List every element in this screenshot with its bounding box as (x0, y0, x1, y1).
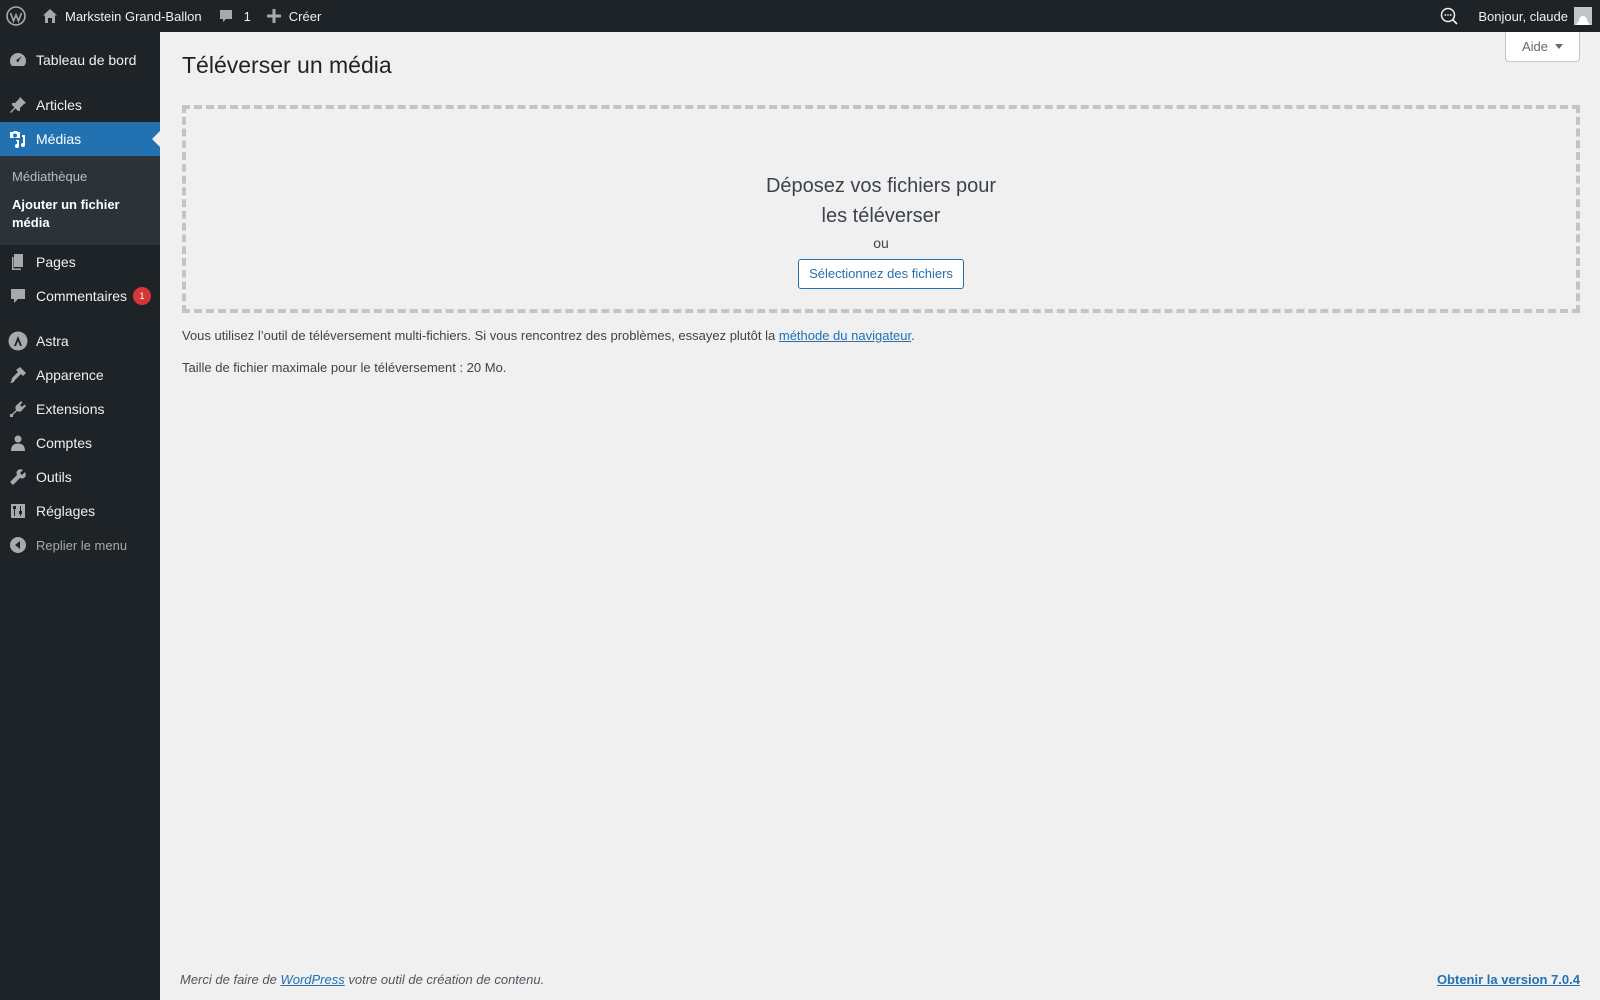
search-chat-icon (1440, 7, 1458, 25)
greeting: Bonjour, claude (1478, 8, 1568, 24)
sidebar-item-tools[interactable]: Outils (0, 460, 160, 494)
footer-thanks: Merci de faire de WordPress votre outil … (180, 972, 544, 987)
page-title: Téléverser un média (182, 52, 392, 78)
sidebar-item-articles[interactable]: Articles (0, 88, 160, 122)
dashboard-icon (8, 50, 28, 70)
comments-count: 1 (243, 8, 251, 24)
avatar (1574, 7, 1592, 25)
select-files-button[interactable]: Sélectionnez des fichiers (798, 259, 964, 289)
sidebar-item-label: Commentaires (36, 288, 128, 304)
settings-icon (8, 501, 28, 521)
sidebar-item-appearance[interactable]: Apparence (0, 358, 160, 392)
plus-icon (266, 9, 281, 23)
pin-icon (8, 95, 28, 115)
sidebar-item-dashboard[interactable]: Tableau de bord (0, 43, 160, 77)
site-name-link[interactable]: Markstein Grand-Ballon (34, 0, 210, 32)
sidebar-item-label: Médias (36, 131, 82, 147)
comment-bubble-icon (218, 8, 234, 24)
chevron-down-icon (1555, 44, 1564, 53)
wordpress-link[interactable]: WordPress (280, 972, 344, 987)
pages-icon (8, 252, 28, 272)
drop-zone-or: ou (873, 235, 889, 251)
sidebar-item-media[interactable]: Médias (0, 122, 160, 156)
file-drop-zone[interactable]: Déposez vos fichiers pour les téléverser… (182, 105, 1580, 313)
plugin-icon (8, 399, 28, 419)
drop-zone-title: Déposez vos fichiers pour les téléverser (765, 175, 997, 227)
uploader-info-text: Vous utilisez l’outil de téléversement m… (182, 328, 776, 343)
sidebar-item-label: Réglages (36, 503, 96, 519)
media-icon (8, 129, 28, 149)
search-button[interactable] (1428, 0, 1470, 32)
sidebar-item-plugins[interactable]: Extensions (0, 392, 160, 426)
user-icon (8, 433, 28, 453)
sidebar-item-label: Extensions (36, 401, 105, 417)
sidebar-item-label: Astra (36, 333, 69, 349)
collapse-menu-label: Replier le menu (36, 537, 128, 553)
sidebar-item-label: Articles (36, 97, 82, 113)
sidebar-item-comments[interactable]: Commentaires 1 (0, 279, 160, 313)
admin-sidebar: Tableau de bord Articles Médias Médiathè… (0, 32, 160, 1000)
uploader-info-end: . (911, 328, 915, 343)
sidebar-item-label: Apparence (36, 367, 104, 383)
footer-thanks-after: votre outil de création de contenu. (348, 972, 545, 987)
submenu-item-add-media[interactable]: Ajouter un fichier média (0, 191, 160, 237)
browser-uploader-link[interactable]: méthode du navigateur (779, 328, 911, 343)
collapse-arrow-icon (8, 535, 28, 555)
brush-icon (8, 365, 28, 385)
main-content: Aide Téléverser un média Déposez vos fic… (160, 32, 1600, 1000)
comment-icon (8, 286, 28, 306)
sidebar-item-label: Outils (36, 469, 72, 485)
sidebar-item-pages[interactable]: Pages (0, 245, 160, 279)
collapse-menu-button[interactable]: Replier le menu (0, 528, 160, 562)
sidebar-item-label: Comptes (36, 435, 93, 451)
media-submenu: Médiathèque Ajouter un fichier média (0, 156, 160, 245)
footer-thanks-before: Merci de faire de (180, 972, 277, 987)
uploader-info: Vous utilisez l’outil de téléversement m… (182, 328, 915, 343)
sidebar-item-label: Tableau de bord (36, 52, 137, 68)
new-content-label: Créer (288, 8, 322, 24)
site-name: Markstein Grand-Ballon (65, 8, 202, 24)
max-upload-size: Taille de fichier maximale pour le télév… (182, 360, 507, 375)
help-tab-label: Aide (1521, 39, 1549, 54)
submenu-item-library[interactable]: Médiathèque (0, 163, 160, 191)
wordpress-logo-icon[interactable] (0, 0, 34, 32)
new-content-link[interactable]: Créer (259, 0, 330, 32)
sidebar-item-label: Pages (36, 254, 76, 270)
help-tab-button[interactable]: Aide (1505, 32, 1580, 62)
update-version-link[interactable]: Obtenir la version 7.0.4 (1437, 972, 1580, 987)
comments-link[interactable]: 1 (210, 0, 259, 32)
admin-bar: Markstein Grand-Ballon 1 Créer Bonjour, … (0, 0, 1600, 32)
wrench-icon (8, 467, 28, 487)
sidebar-item-users[interactable]: Comptes (0, 426, 160, 460)
comments-badge: 1 (133, 287, 152, 305)
astra-icon (8, 331, 28, 351)
sidebar-item-astra[interactable]: Astra (0, 324, 160, 358)
my-account-link[interactable]: Bonjour, claude (1470, 0, 1600, 32)
home-icon (42, 8, 58, 24)
sidebar-item-settings[interactable]: Réglages (0, 494, 160, 528)
